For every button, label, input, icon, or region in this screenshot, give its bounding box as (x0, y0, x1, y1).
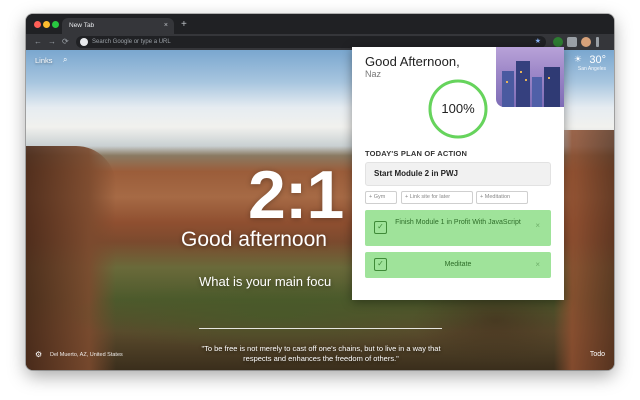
tab-strip: New Tab × + (26, 14, 614, 34)
task-label: Meditate (444, 261, 472, 268)
plan-title: TODAY'S PLAN OF ACTION (365, 149, 468, 158)
suggestion-link-site-button[interactable]: + Link site for later (401, 191, 473, 204)
remove-task-icon[interactable]: × (535, 252, 540, 278)
new-tab-button[interactable]: + (181, 18, 187, 32)
gear-icon[interactable]: ⚙ (35, 350, 42, 359)
task-label: Finish Module 1 in Profit With JavaScrip… (395, 219, 521, 226)
remove-task-icon[interactable]: × (535, 221, 540, 231)
suggestion-gym-button[interactable]: + Gym (365, 191, 397, 204)
main-focus-question: What is your main focu (199, 274, 332, 289)
search-icon[interactable]: ⌕ (63, 55, 67, 65)
page-greeting: Good afternoon (181, 228, 327, 251)
weather-widget[interactable]: ☀ 30° San Angeles (574, 54, 606, 72)
daily-quote: "To be free is not merely to cast off on… (201, 344, 441, 363)
maximize-window-button[interactable] (52, 21, 59, 28)
task-item[interactable]: ✓ Finish Module 1 in Profit With JavaScr… (365, 210, 551, 246)
suggestion-meditation-button[interactable]: + Meditation (476, 191, 528, 204)
address-bar-placeholder: Search Google or type a URL (92, 39, 171, 45)
tab-title: New Tab (69, 22, 95, 29)
weather-location: San Angeles (577, 66, 606, 72)
profile-avatar[interactable] (581, 37, 591, 47)
progress-percentage: 100% (441, 101, 475, 116)
checkbox-checked-icon[interactable]: ✓ (374, 258, 387, 271)
task-item[interactable]: ✓ Meditate × (365, 252, 551, 278)
city-illustration (496, 47, 564, 107)
extension-momentum-icon[interactable] (553, 37, 563, 47)
close-tab-icon[interactable]: × (164, 18, 168, 34)
extensions-puzzle-icon[interactable] (567, 37, 577, 47)
reload-icon[interactable]: ⟳ (62, 35, 69, 49)
extension-popup: Good Afternoon, Naz 100% TODAY'S PLAN OF… (352, 47, 564, 300)
clock: 2:1 (248, 157, 344, 233)
photo-location: Del Muerto, AZ, United States (50, 352, 123, 358)
kebab-menu-icon[interactable] (596, 37, 599, 47)
minimize-window-button[interactable] (43, 21, 50, 28)
forward-icon[interactable]: → (48, 35, 56, 49)
weather-temperature: 30° (589, 54, 606, 66)
google-icon (80, 38, 88, 46)
sun-icon: ☀ (573, 54, 582, 64)
popup-greeting: Good Afternoon, (365, 54, 460, 69)
popup-user-name: Naz (365, 69, 382, 79)
plan-input[interactable]: Start Module 2 in PWJ (365, 162, 551, 186)
tab-new-tab[interactable]: New Tab × (62, 18, 174, 34)
todo-button[interactable]: Todo (590, 351, 605, 358)
links-button[interactable]: Links (35, 56, 53, 65)
back-icon[interactable]: ← (34, 35, 42, 49)
close-window-button[interactable] (34, 21, 41, 28)
checkbox-checked-icon[interactable]: ✓ (374, 221, 387, 234)
main-focus-input[interactable] (199, 328, 442, 329)
